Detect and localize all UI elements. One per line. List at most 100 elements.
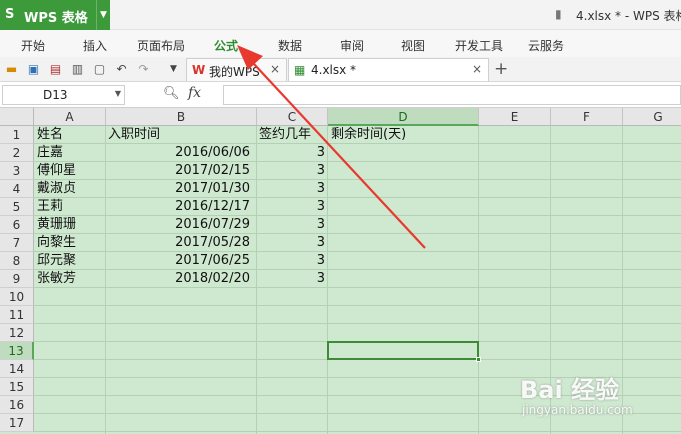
doc-tab-label: 4.xlsx * (311, 63, 357, 77)
grid-line (478, 126, 479, 434)
quick-access-toolbar: ▬ ▣ ▤ ▥ ▢ ↶ ↷ ▼ W 我的WPS × ▦ 4.xlsx * × + (0, 57, 681, 82)
column-header-g[interactable]: G (623, 108, 681, 126)
tab-review[interactable]: 审阅 (340, 37, 364, 54)
open-icon[interactable]: ▬ (4, 62, 19, 77)
cell-hire-date[interactable]: 2017/06/25 (106, 252, 250, 270)
formula-bar: D13 ▼ 🔍︎ fx (0, 82, 681, 108)
tab-insert[interactable]: 插入 (83, 37, 107, 54)
row-header[interactable]: 9 (0, 270, 34, 288)
formula-input[interactable] (223, 85, 681, 105)
cell-contract-years[interactable]: 3 (257, 270, 325, 288)
doc-tab-label: 我的WPS (209, 65, 260, 79)
doc-tab-workbook[interactable]: ▦ 4.xlsx * × (288, 58, 489, 81)
row-header[interactable]: 14 (0, 360, 34, 378)
row-header[interactable]: 4 (0, 180, 34, 198)
row-header[interactable]: 3 (0, 162, 34, 180)
grid-line (327, 126, 328, 434)
tab-developer[interactable]: 开发工具 (455, 37, 503, 54)
tab-formulas[interactable]: 公式 (214, 37, 238, 54)
column-header-d[interactable]: D (328, 108, 479, 126)
row-header[interactable]: 7 (0, 234, 34, 252)
row-header-selected[interactable]: 13 (0, 342, 34, 360)
cell-contract-years[interactable]: 3 (257, 180, 325, 198)
tab-cloud-services[interactable]: 云服务 (528, 37, 564, 54)
tab-data[interactable]: 数据 (278, 37, 302, 54)
tab-home[interactable]: 开始 (21, 37, 45, 54)
row-header[interactable]: 10 (0, 288, 34, 306)
select-all-corner[interactable] (0, 108, 34, 126)
row-header[interactable]: 12 (0, 324, 34, 342)
cell-header-hire-date[interactable]: 入职时间 (108, 126, 160, 144)
cell-name[interactable]: 戴淑贞 (37, 180, 76, 198)
cell-hire-date[interactable]: 2016/12/17 (106, 198, 250, 216)
cell-contract-years[interactable]: 3 (257, 162, 325, 180)
wps-w-icon: W (192, 63, 206, 77)
cell-name[interactable]: 向黎生 (37, 234, 76, 252)
cell-contract-years[interactable]: 3 (257, 198, 325, 216)
cell-hire-date[interactable]: 2016/06/06 (106, 144, 250, 162)
cell-name[interactable]: 黄珊珊 (37, 216, 76, 234)
cell-contract-years[interactable]: 3 (257, 234, 325, 252)
close-icon[interactable]: × (472, 62, 482, 76)
column-header-b[interactable]: B (106, 108, 257, 126)
title-bar: S WPS 表格 ▼ ▮ 4.xlsx * - WPS 表格 (0, 0, 681, 30)
name-box[interactable]: D13 ▼ (2, 85, 125, 105)
cell-hire-date[interactable]: 2018/02/20 (106, 270, 250, 288)
insert-function-button[interactable]: fx (188, 85, 201, 101)
row-header[interactable]: 15 (0, 378, 34, 396)
row-header[interactable]: 5 (0, 198, 34, 216)
cell-header-name[interactable]: 姓名 (37, 126, 63, 144)
print-preview-icon[interactable]: ▢ (92, 62, 107, 77)
window-title: 4.xlsx * - WPS 表格 (576, 9, 681, 23)
row-header[interactable]: 1 (0, 126, 34, 144)
cell-header-remaining-days[interactable]: 剩余时间(天) (331, 126, 406, 144)
ribbon-tabs: 开始 插入 页面布局 公式 数据 审阅 视图 开发工具 云服务 (0, 30, 681, 57)
zoom-icon[interactable]: 🔍︎ (163, 86, 180, 101)
cell-header-contract-years[interactable]: 签约几年 (259, 126, 327, 144)
cell-contract-years[interactable]: 3 (257, 216, 325, 234)
column-header-e[interactable]: E (479, 108, 551, 126)
column-header-f[interactable]: F (551, 108, 623, 126)
chevron-down-icon[interactable]: ▼ (115, 89, 121, 98)
print-icon[interactable]: ▥ (70, 62, 85, 77)
undo-icon[interactable]: ↶ (114, 62, 129, 77)
watermark-url: jingyan.baidu.com (522, 403, 633, 417)
cell-hire-date[interactable]: 2017/05/28 (106, 234, 250, 252)
cell-name[interactable]: 傅仰星 (37, 162, 76, 180)
row-header[interactable]: 17 (0, 414, 34, 432)
doc-tab-my-wps[interactable]: W 我的WPS × (186, 58, 287, 81)
cell-contract-years[interactable]: 3 (257, 144, 325, 162)
row-header[interactable]: 8 (0, 252, 34, 270)
cell-reference: D13 (43, 88, 68, 102)
row-header[interactable]: 16 (0, 396, 34, 414)
grid-line (34, 431, 681, 432)
cell-name[interactable]: 王莉 (37, 198, 63, 216)
export-pdf-icon[interactable]: ▤ (48, 62, 63, 77)
fill-handle[interactable] (476, 357, 481, 362)
cell-contract-years[interactable]: 3 (257, 252, 325, 270)
app-menu-button[interactable]: S WPS 表格 ▼ (0, 0, 110, 30)
cell-hire-date[interactable]: 2017/01/30 (106, 180, 250, 198)
baidu-watermark: Bai 经验 jingyan.baidu.com (520, 370, 680, 430)
document-icon: ▮ (555, 7, 562, 21)
close-icon[interactable]: × (270, 62, 280, 76)
tab-page-layout[interactable]: 页面布局 (137, 37, 185, 54)
grid-line (34, 323, 681, 324)
chevron-down-icon[interactable]: ▼ (96, 0, 110, 30)
cell-hire-date[interactable]: 2016/07/29 (106, 216, 250, 234)
cell-name[interactable]: 邱元聚 (37, 252, 76, 270)
column-header-c[interactable]: C (257, 108, 328, 126)
customize-toolbar-icon[interactable]: ▼ (166, 62, 181, 77)
cell-name[interactable]: 庄嘉 (37, 144, 63, 162)
row-header[interactable]: 6 (0, 216, 34, 234)
row-header[interactable]: 11 (0, 306, 34, 324)
column-header-a[interactable]: A (34, 108, 106, 126)
cell-hire-date[interactable]: 2017/02/15 (106, 162, 250, 180)
active-cell-d13[interactable] (327, 341, 479, 360)
redo-icon[interactable]: ↷ (136, 62, 151, 77)
row-header[interactable]: 2 (0, 144, 34, 162)
tab-view[interactable]: 视图 (401, 37, 425, 54)
save-icon[interactable]: ▣ (26, 62, 41, 77)
new-tab-button[interactable]: + (494, 59, 508, 79)
cell-name[interactable]: 张敏芳 (37, 270, 76, 288)
